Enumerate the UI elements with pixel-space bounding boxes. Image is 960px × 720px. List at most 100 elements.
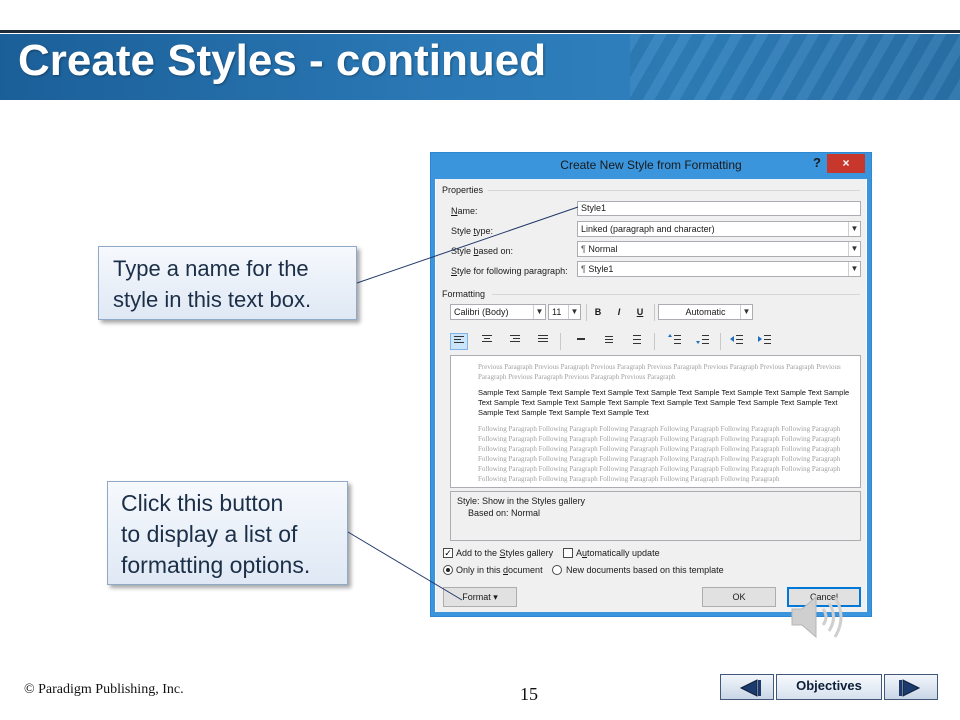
align-center-icon <box>482 335 492 342</box>
close-button[interactable]: × <box>827 154 865 173</box>
add-to-gallery-label[interactable]: Add to the Styles gallery <box>456 548 553 558</box>
font-size-select[interactable]: 11 ▼ <box>548 304 581 320</box>
style-based-on-select[interactable]: ¶ Normal ▼ <box>577 241 861 257</box>
preview-previous-paragraph: Previous Paragraph Previous Paragraph Pr… <box>478 363 841 381</box>
speaker-icon[interactable] <box>788 592 848 642</box>
style-name-input[interactable]: Style1 <box>577 201 861 216</box>
ok-button[interactable]: OK <box>702 587 776 607</box>
format-button[interactable]: Format ▾ <box>443 587 517 607</box>
chevron-down-icon[interactable]: ▼ <box>533 305 545 319</box>
description-line: Based on: Normal <box>468 508 541 518</box>
auto-update-checkbox[interactable] <box>563 548 573 558</box>
underline-button[interactable]: U <box>631 304 649 321</box>
group-divider <box>492 294 860 295</box>
italic-button[interactable]: I <box>610 304 628 321</box>
objectives-button[interactable]: Objectives <box>776 674 882 700</box>
increase-indent-button[interactable] <box>756 333 774 350</box>
dialog-title: Create New Style from Formatting <box>560 158 742 172</box>
style-based-on-value: Normal <box>588 244 618 254</box>
spacing-before-icon <box>668 334 681 344</box>
preview-following-paragraph: Following Paragraph Following Paragraph … <box>478 425 841 483</box>
bold-button[interactable]: B <box>589 304 607 321</box>
justify-button[interactable] <box>534 333 552 350</box>
name-label: Name: <box>451 206 478 216</box>
callout-name-box: Type a name for the style in this text b… <box>98 246 357 320</box>
add-to-gallery-checkbox[interactable]: ✓ <box>443 548 453 558</box>
callout-format-button: Click this button to display a list of f… <box>107 481 348 585</box>
spacing-after-icon <box>696 335 709 344</box>
help-button[interactable]: ? <box>809 155 825 175</box>
properties-group-label: Properties <box>442 185 484 195</box>
description-line: Style: Show in the Styles gallery <box>457 496 586 506</box>
slide-navigation: Objectives <box>720 674 940 700</box>
one-half-spacing-icon <box>605 336 613 343</box>
style-type-value: Linked (paragraph and character) <box>581 224 715 234</box>
page-number: 15 <box>520 684 538 704</box>
chevron-down-icon[interactable]: ▼ <box>848 262 860 276</box>
justify-icon <box>538 335 548 342</box>
chevron-down-icon[interactable]: ▼ <box>848 242 860 256</box>
title-top-rule <box>0 30 960 33</box>
increase-indent-icon <box>758 335 771 344</box>
chevron-down-icon[interactable]: ▼ <box>568 305 580 319</box>
chevron-down-icon[interactable]: ▼ <box>740 305 752 319</box>
font-size-value: 11 <box>552 307 562 317</box>
align-right-button[interactable] <box>506 333 524 350</box>
style-preview: Previous Paragraph Previous Paragraph Pr… <box>450 355 861 488</box>
toolbar-separator <box>586 304 587 321</box>
callout-line: style in this text box. <box>113 287 312 312</box>
style-following-select[interactable]: ¶ Style1 ▼ <box>577 261 861 277</box>
style-description: Style: Show in the Styles gallery Based … <box>450 491 861 541</box>
decrease-indent-icon <box>730 335 743 344</box>
style-type-select[interactable]: Linked (paragraph and character) ▼ <box>577 221 861 237</box>
font-color-select[interactable]: Automatic ▼ <box>658 304 753 320</box>
align-right-icon <box>510 335 520 342</box>
callout-line: to display a list of <box>121 521 298 547</box>
font-color-value: Automatic <box>685 307 726 317</box>
callout-line: formatting options. <box>121 552 311 578</box>
align-left-icon <box>454 336 464 343</box>
font-select[interactable]: Calibri (Body) ▼ <box>450 304 546 320</box>
toolbar-separator <box>720 333 721 350</box>
dialog-body: Properties Name: Style1 Style type: Link… <box>436 179 866 612</box>
decrease-spacing-before-button[interactable] <box>694 333 712 350</box>
style-following-label: Style for following paragraph: <box>451 266 568 276</box>
callout-line: Type a name for the <box>113 256 309 281</box>
double-spacing-icon <box>633 335 641 344</box>
toolbar-separator <box>560 333 561 350</box>
toolbar-separator <box>654 333 655 350</box>
toolbar-separator <box>654 304 655 321</box>
style-type-label: Style type: <box>451 226 494 236</box>
style-following-value: Style1 <box>588 264 614 274</box>
formatting-group-label: Formatting <box>442 289 486 299</box>
callout-line: Click this button <box>121 490 284 516</box>
arrow-right-icon <box>899 679 921 697</box>
slide-title: Create Styles - continued <box>18 36 547 85</box>
style-based-on-label: Style based on: <box>451 246 514 256</box>
copyright: © Paradigm Publishing, Inc. <box>24 682 184 697</box>
only-this-document-label[interactable]: Only in this document <box>456 565 543 575</box>
align-left-button[interactable] <box>450 333 468 350</box>
dialog-titlebar[interactable]: Create New Style from Formatting ? × <box>431 153 871 179</box>
only-this-document-radio[interactable] <box>443 565 453 575</box>
align-center-button[interactable] <box>478 333 496 350</box>
title-banner: Create Styles - continued <box>0 34 960 100</box>
double-spacing-button[interactable] <box>628 333 646 350</box>
group-divider <box>488 190 860 191</box>
arrow-left-icon <box>739 679 761 697</box>
banner-decoration <box>630 34 960 100</box>
single-spacing-icon <box>577 338 585 340</box>
previous-slide-button[interactable] <box>720 674 774 700</box>
auto-update-label[interactable]: Automatically update <box>576 548 660 558</box>
next-slide-button[interactable] <box>884 674 938 700</box>
single-spacing-button[interactable] <box>572 333 590 350</box>
one-half-spacing-button[interactable] <box>600 333 618 350</box>
decrease-indent-button[interactable] <box>728 333 746 350</box>
chevron-down-icon[interactable]: ▼ <box>848 222 860 236</box>
increase-spacing-before-button[interactable] <box>666 333 684 350</box>
create-style-dialog: Create New Style from Formatting ? × Pro… <box>430 152 872 617</box>
new-documents-radio[interactable] <box>552 565 562 575</box>
new-documents-label[interactable]: New documents based on this template <box>566 565 724 575</box>
font-value: Calibri (Body) <box>454 307 509 317</box>
preview-sample-text: Sample Text Sample Text Sample Text Samp… <box>478 388 850 417</box>
